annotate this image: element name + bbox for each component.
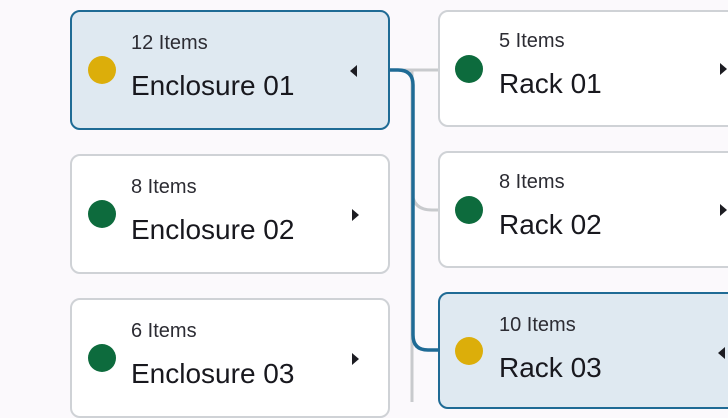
connector-rack-02 [410, 189, 440, 212]
rack-card-01[interactable]: 5 Items Rack 01 [438, 10, 728, 127]
triangle-right-icon [352, 209, 359, 221]
status-dot [88, 200, 116, 228]
enclosure-name: Enclosure 01 [131, 70, 295, 101]
rack-name: Rack 01 [499, 68, 602, 99]
item-count: 12 Items [131, 32, 208, 54]
triangle-left-icon [718, 347, 725, 359]
item-count: 10 Items [499, 314, 576, 336]
enclosure-card-01[interactable]: 12 Items Enclosure 01 [70, 10, 390, 130]
item-count: 8 Items [131, 176, 197, 198]
item-count: 8 Items [499, 171, 565, 193]
enclosure-card-03[interactable]: 6 Items Enclosure 03 [70, 298, 390, 418]
rack-card-02[interactable]: 8 Items Rack 02 [438, 151, 728, 268]
status-dot [455, 55, 483, 83]
status-dot [88, 344, 116, 372]
triangle-right-icon [720, 63, 727, 75]
status-dot [88, 56, 116, 84]
enclosure-card-02[interactable]: 8 Items Enclosure 02 [70, 154, 390, 274]
triangle-left-icon [350, 65, 357, 77]
rack-name: Rack 03 [499, 352, 602, 383]
enclosure-name: Enclosure 02 [131, 214, 295, 245]
triangle-right-icon [720, 204, 727, 216]
item-count: 5 Items [499, 30, 565, 52]
status-dot [455, 196, 483, 224]
status-dot [455, 337, 483, 365]
item-count: 6 Items [131, 320, 197, 342]
rack-name: Rack 02 [499, 209, 602, 240]
enclosure-name: Enclosure 03 [131, 358, 295, 389]
rack-card-03[interactable]: 10 Items Rack 03 [438, 292, 728, 409]
triangle-right-icon [352, 353, 359, 365]
